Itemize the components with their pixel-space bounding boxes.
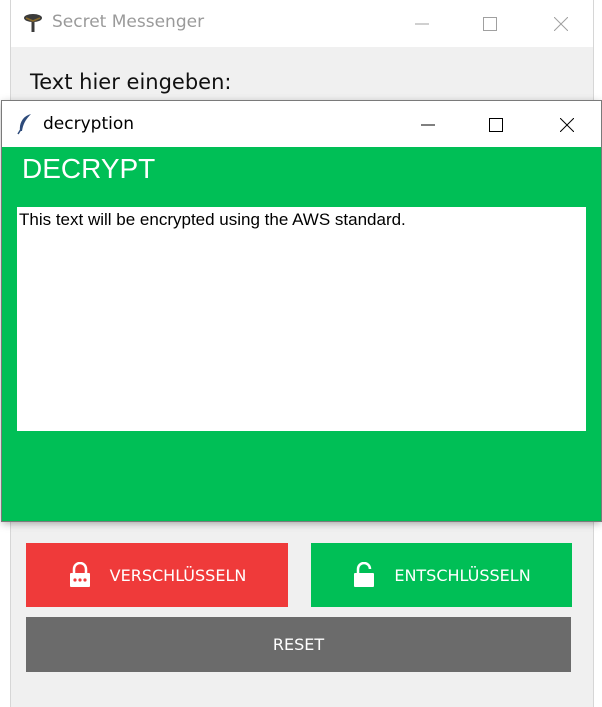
decrypt-button[interactable]: ENTSCHLÜSSELN bbox=[311, 543, 572, 607]
decrypt-button-label: ENTSCHLÜSSELN bbox=[394, 565, 531, 585]
window-title: Secret Messenger bbox=[52, 12, 205, 32]
page-title: DECRYPT bbox=[22, 153, 156, 184]
input-label: Text hier eingeben: bbox=[30, 70, 232, 94]
title-bar: Secret Messenger bbox=[11, 0, 593, 47]
close-button[interactable] bbox=[544, 101, 590, 148]
lock-icon bbox=[68, 562, 92, 588]
reset-button-label: RESET bbox=[272, 635, 325, 654]
minimize-button[interactable] bbox=[405, 101, 451, 148]
maximize-icon bbox=[489, 117, 503, 132]
title-bar: decryption bbox=[2, 101, 601, 147]
window-title: decryption bbox=[43, 114, 135, 134]
maximize-icon bbox=[483, 16, 497, 31]
minimize-button[interactable] bbox=[399, 0, 445, 47]
encrypt-button-label: VERSCHLÜSSELN bbox=[109, 565, 247, 585]
close-button[interactable] bbox=[538, 0, 584, 47]
encrypt-button[interactable]: VERSCHLÜSSELN bbox=[26, 543, 288, 607]
maximize-button[interactable] bbox=[467, 0, 513, 47]
minimize-icon bbox=[421, 124, 435, 125]
tree-app-icon bbox=[22, 12, 44, 34]
unlock-icon bbox=[352, 562, 376, 588]
close-icon bbox=[560, 117, 574, 132]
close-icon bbox=[554, 16, 568, 31]
reset-button[interactable]: RESET bbox=[26, 617, 571, 672]
maximize-button[interactable] bbox=[473, 101, 519, 148]
decryption-window: decryption DECRYPT This text will be enc… bbox=[2, 101, 601, 521]
minimize-icon bbox=[415, 23, 429, 24]
decrypted-text-area[interactable]: This text will be encrypted using the AW… bbox=[17, 207, 586, 431]
feather-icon bbox=[16, 113, 34, 135]
